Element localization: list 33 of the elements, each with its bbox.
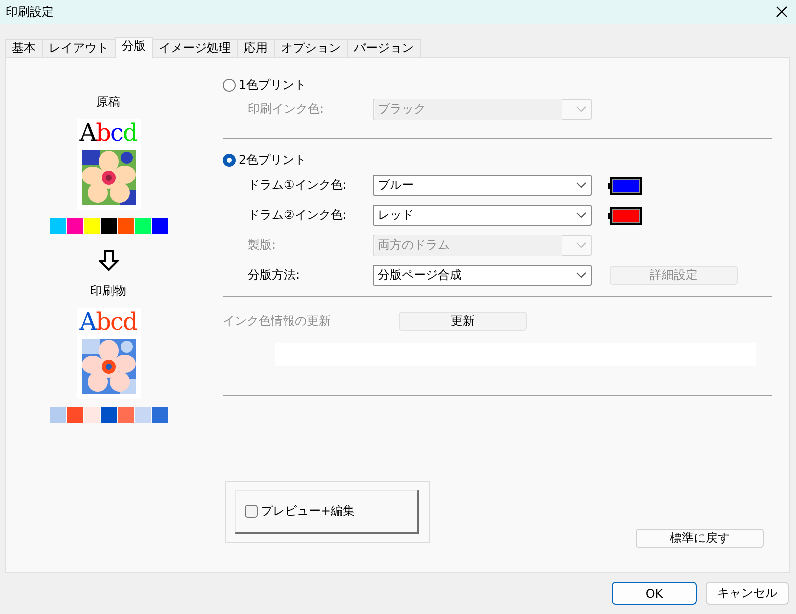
tab[interactable]: レイアウト [42,39,116,57]
preview-label: 印刷物 [90,283,126,298]
field-label: 印刷インク色: [247,101,326,118]
checkbox[interactable] [245,505,258,518]
tab[interactable]: バージョン [347,39,421,57]
sample-text: Abcd [80,308,138,337]
dropdown[interactable]: ブルー [373,175,592,196]
reset-button[interactable]: 標準に戻す [636,529,764,548]
field-label: 分版方法: [247,267,302,284]
radio-button[interactable]: 2色プリント [223,152,773,168]
chevron-down-icon [576,182,587,189]
field-label: 製版: [247,237,278,254]
cancel-button[interactable]: キャンセル [706,582,789,605]
preview-edit-button[interactable]: プレビュー+編集 [235,490,419,534]
down-arrow-icon [98,250,118,271]
chevron-down-icon [576,272,587,279]
window-title: 印刷設定 [6,4,54,20]
radio-button[interactable]: 1色プリント [223,77,773,93]
field-label: ドラム②インク色: [247,207,348,224]
chevron-down-icon [576,106,587,113]
dropdown[interactable]: レッド [373,205,592,226]
field-label: ドラム①インク色: [247,177,348,194]
sample-text: Abcd [80,119,138,148]
field-label: インク色情報の更新 [223,313,332,330]
preview-label: 原稿 [96,94,120,109]
tab[interactable]: 分版 [115,37,153,58]
chevron-down-icon [576,242,587,249]
tab[interactable]: 基本 [5,39,43,57]
close-icon[interactable] [776,6,788,18]
ok-button[interactable]: OK [612,582,697,605]
chevron-down-icon [576,212,587,219]
dropdown[interactable]: 分版ページ合成 [373,265,592,286]
tab[interactable]: イメージ処理 [152,39,238,57]
